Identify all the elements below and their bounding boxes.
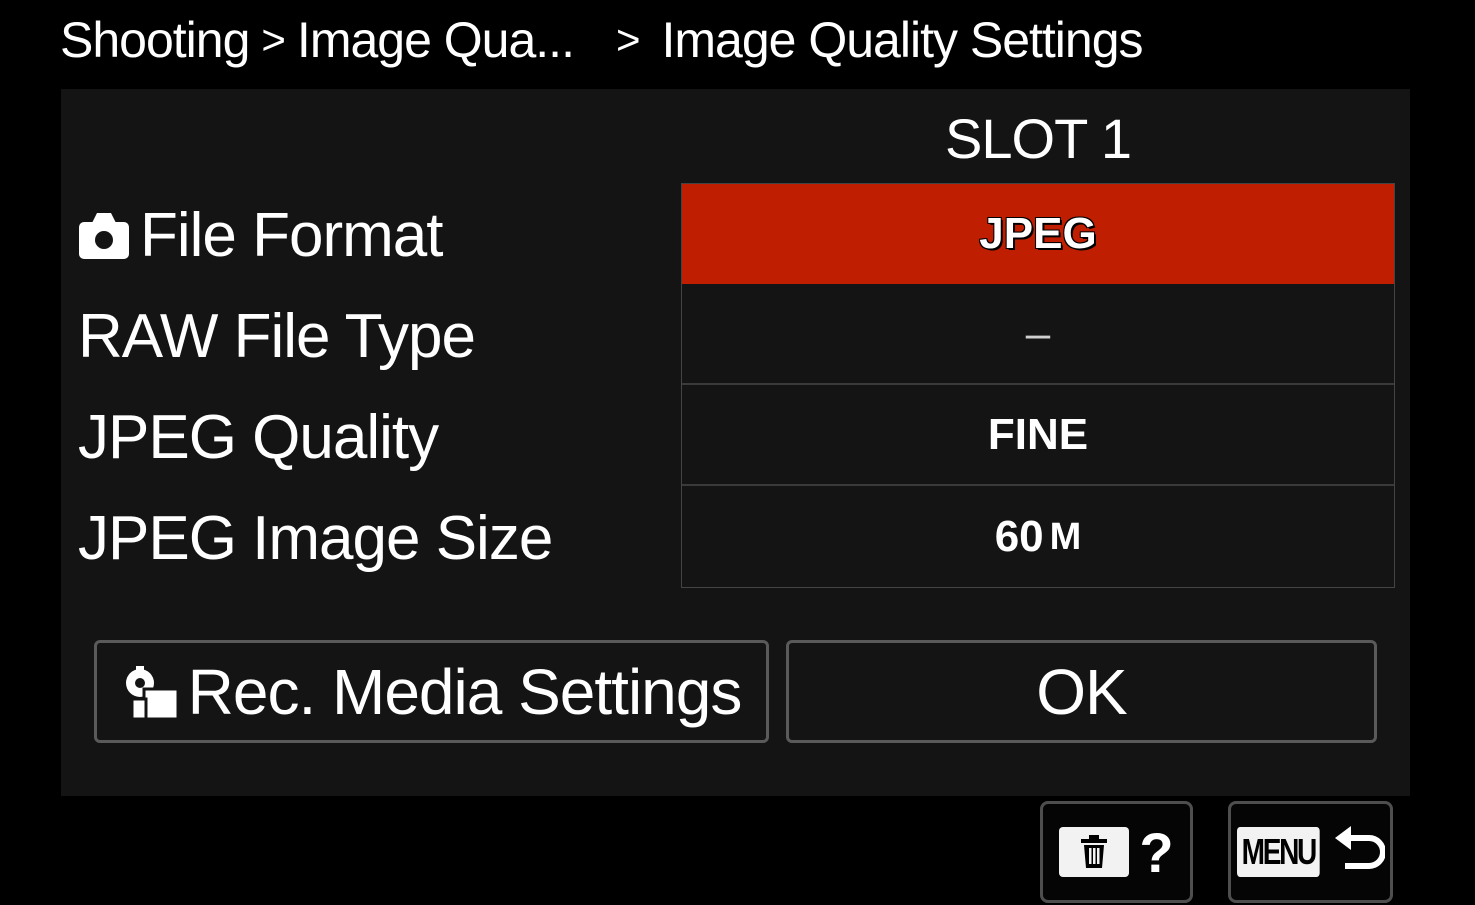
jpeg-image-size-value[interactable]: 60 M [682,487,1394,587]
return-arrow-icon [1334,826,1385,869]
help-question-mark: ? [1139,820,1174,884]
slot-header: SLOT 1 [945,107,1132,170]
rec-media-settings-label: Rec. Media Settings [187,655,743,728]
breadcrumb-separator: > [615,16,641,63]
ok-label: OK [1036,655,1127,728]
file-format-value-text: JPEG [979,209,1097,258]
raw-file-type-value[interactable]: – [682,285,1394,385]
file-format-value[interactable]: JPEG [682,184,1394,284]
media-settings-icon [125,665,180,720]
ok-button[interactable]: OK [786,640,1377,743]
breadcrumb: Shooting > Image Qua... > Image Quality … [60,6,1144,74]
setting-label-file-format: File Format [78,185,443,285]
breadcrumb-separator: > [261,16,286,63]
setting-label-jpeg-quality: JPEG Quality [78,387,439,487]
trash-icon [1059,827,1130,877]
settings-panel: SLOT 1 File Format RAW File Type JPEG Qu… [61,89,1410,796]
menu-back-key[interactable]: MENU [1228,801,1393,903]
jpeg-quality-value-text: FINE [987,410,1089,459]
setting-label-text: JPEG Image Size [78,503,553,573]
breadcrumb-shooting: Shooting [60,12,250,68]
delete-help-key[interactable]: ? [1040,801,1193,903]
camera-icon [79,213,129,259]
rec-media-settings-button[interactable]: Rec. Media Settings [94,640,769,743]
jpeg-image-size-value-text: 60 [994,512,1044,561]
menu-badge: MENU [1236,827,1320,877]
setting-values: JPEG – FINE 60 M [681,183,1395,588]
setting-label-text: JPEG Quality [78,402,439,472]
breadcrumb-image-quality: Image Qua... [296,12,575,68]
setting-label-text: RAW File Type [78,301,476,371]
page-title: Image Quality Settings [661,12,1144,68]
setting-label-text: File Format [140,200,443,270]
setting-label-jpeg-image-size: JPEG Image Size [78,488,553,588]
jpeg-quality-value[interactable]: FINE [682,386,1394,486]
setting-label-raw-file-type: RAW File Type [78,286,476,386]
raw-file-type-value-text: – [1025,309,1051,358]
jpeg-image-size-unit: M [1049,515,1082,558]
